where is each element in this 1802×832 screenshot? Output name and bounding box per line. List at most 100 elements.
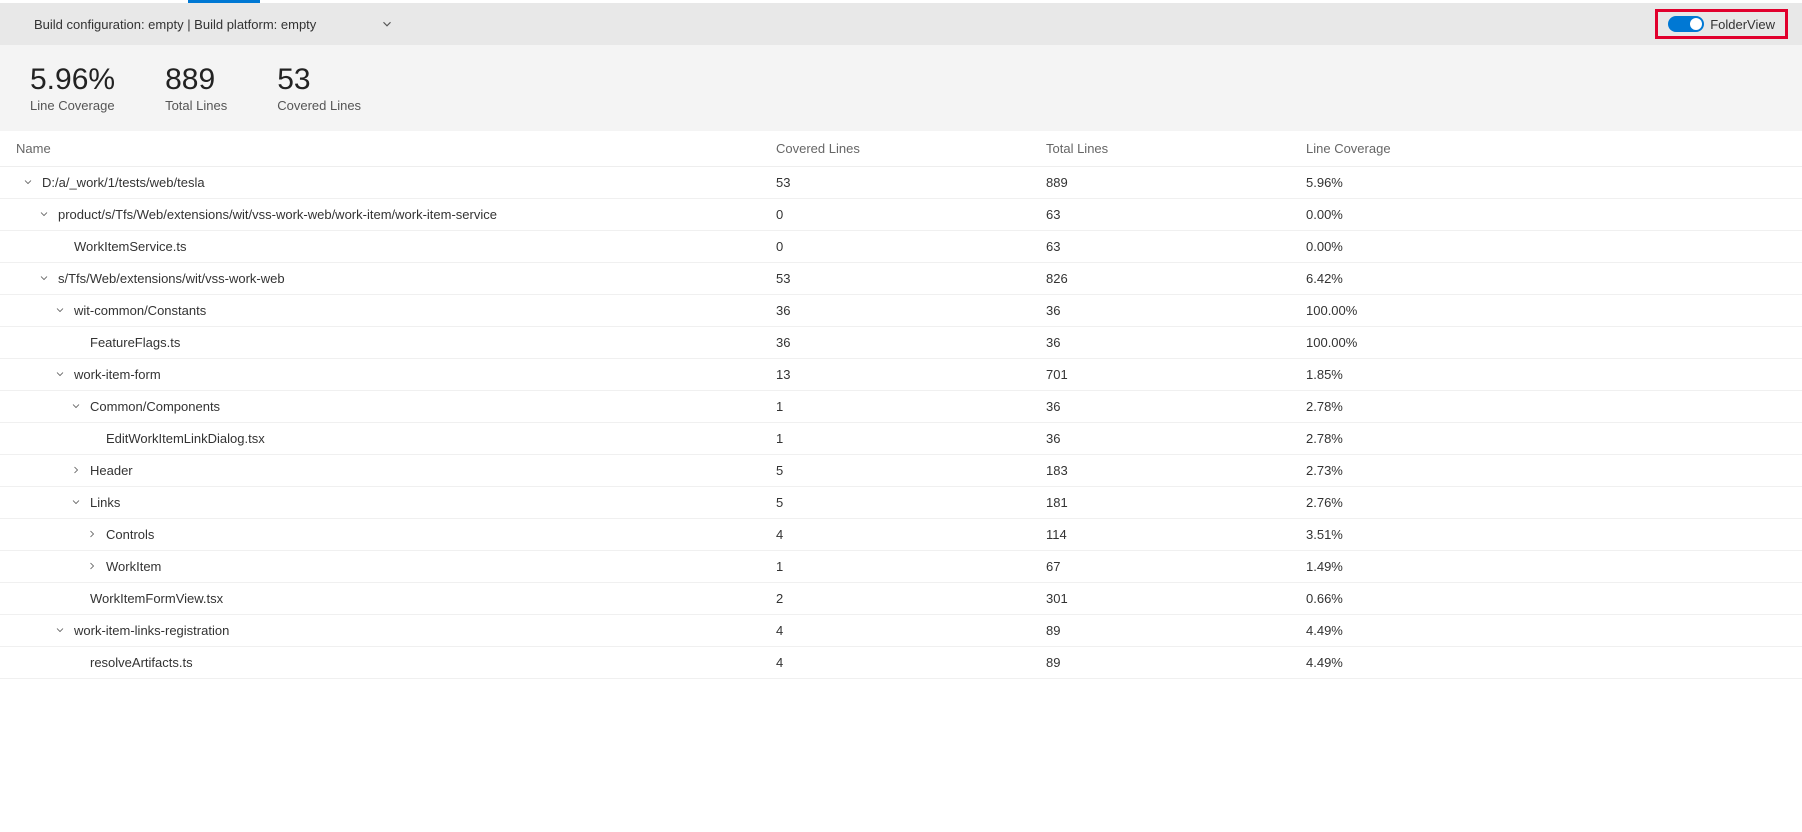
row-name-label: work-item-form [74, 367, 161, 382]
row-name-label: Controls [106, 527, 154, 542]
metric-line-coverage-value: 5.96% [30, 63, 115, 96]
table-row[interactable]: WorkItemFormView.tsx23010.66% [0, 583, 1802, 615]
chevron-down-icon[interactable] [38, 272, 52, 286]
row-covered-lines: 53 [776, 175, 1046, 190]
row-name-label: product/s/Tfs/Web/extensions/wit/vss-wor… [58, 207, 497, 222]
row-line-coverage: 100.00% [1306, 303, 1786, 318]
folder-view-label: FolderView [1710, 17, 1775, 32]
row-total-lines: 89 [1046, 655, 1306, 670]
chevron-down-icon[interactable] [70, 400, 84, 414]
coverage-grid: Name Covered Lines Total Lines Line Cove… [0, 131, 1802, 679]
row-covered-lines: 4 [776, 655, 1046, 670]
table-row[interactable]: EditWorkItemLinkDialog.tsx 1362.78% [0, 423, 1802, 455]
row-line-coverage: 3.51% [1306, 527, 1786, 542]
row-covered-lines: 36 [776, 303, 1046, 318]
row-name-label: s/Tfs/Web/extensions/wit/vss-work-web [58, 271, 285, 286]
metric-covered-lines-label: Covered Lines [277, 98, 361, 113]
table-row[interactable]: WorkItemService.ts0630.00% [0, 231, 1802, 263]
table-row[interactable]: wit-common/Constants3636100.00% [0, 295, 1802, 327]
row-name-label: EditWorkItemLinkDialog.tsx [106, 431, 265, 446]
chevron-down-icon[interactable] [38, 208, 52, 222]
folder-view-toggle[interactable] [1668, 16, 1704, 32]
row-name-label: wit-common/Constants [74, 303, 206, 318]
table-row[interactable]: WorkItem1671.49% [0, 551, 1802, 583]
table-row[interactable]: resolveArtifacts.ts4894.49% [0, 647, 1802, 679]
row-covered-lines: 2 [776, 591, 1046, 606]
table-row[interactable]: work-item-links-registration 4894.49% [0, 615, 1802, 647]
row-line-coverage: 2.78% [1306, 431, 1786, 446]
row-total-lines: 114 [1046, 527, 1306, 542]
expand-placeholder [70, 592, 84, 606]
row-covered-lines: 1 [776, 431, 1046, 446]
chevron-down-icon[interactable] [70, 496, 84, 510]
table-row[interactable]: work-item-form137011.85% [0, 359, 1802, 391]
chevron-right-icon[interactable] [86, 560, 100, 574]
row-total-lines: 67 [1046, 559, 1306, 574]
col-total-lines[interactable]: Total Lines [1046, 141, 1306, 156]
chevron-right-icon[interactable] [70, 464, 84, 478]
row-covered-lines: 5 [776, 495, 1046, 510]
row-covered-lines: 36 [776, 335, 1046, 350]
col-line-coverage[interactable]: Line Coverage [1306, 141, 1786, 156]
row-name-label: WorkItemFormView.tsx [90, 591, 223, 606]
row-line-coverage: 1.85% [1306, 367, 1786, 382]
row-covered-lines: 1 [776, 559, 1046, 574]
row-total-lines: 36 [1046, 335, 1306, 350]
row-name-cell: wit-common/Constants [16, 303, 776, 318]
table-row[interactable]: product/s/Tfs/Web/extensions/wit/vss-wor… [0, 199, 1802, 231]
grid-header-row: Name Covered Lines Total Lines Line Cove… [0, 131, 1802, 167]
row-name-label: WorkItemService.ts [74, 239, 186, 254]
row-line-coverage: 0.66% [1306, 591, 1786, 606]
row-total-lines: 36 [1046, 303, 1306, 318]
row-name-cell: work-item-form [16, 367, 776, 382]
table-row[interactable]: Links51812.76% [0, 487, 1802, 519]
row-total-lines: 826 [1046, 271, 1306, 286]
chevron-down-icon[interactable] [54, 368, 68, 382]
row-name-cell: WorkItemService.ts [16, 239, 776, 254]
folder-view-toggle-container: FolderView [1655, 9, 1788, 39]
row-name-cell: s/Tfs/Web/extensions/wit/vss-work-web [16, 271, 776, 286]
row-total-lines: 183 [1046, 463, 1306, 478]
row-line-coverage: 2.73% [1306, 463, 1786, 478]
row-name-label: work-item-links-registration [74, 623, 229, 638]
row-name-label: Links [90, 495, 120, 510]
row-line-coverage: 2.76% [1306, 495, 1786, 510]
table-row[interactable]: Common/Components1362.78% [0, 391, 1802, 423]
row-covered-lines: 4 [776, 623, 1046, 638]
row-line-coverage: 0.00% [1306, 207, 1786, 222]
row-name-cell: EditWorkItemLinkDialog.tsx [16, 431, 776, 446]
row-total-lines: 701 [1046, 367, 1306, 382]
table-row[interactable]: Header51832.73% [0, 455, 1802, 487]
row-name-label: Header [90, 463, 133, 478]
row-total-lines: 89 [1046, 623, 1306, 638]
col-covered-lines[interactable]: Covered Lines [776, 141, 1046, 156]
row-line-coverage: 100.00% [1306, 335, 1786, 350]
row-name-cell: WorkItem [16, 559, 776, 574]
metric-total-lines-label: Total Lines [165, 98, 227, 113]
table-row[interactable]: D:/a/_work/1/tests/web/tesla538895.96% [0, 167, 1802, 199]
table-row[interactable]: FeatureFlags.ts3636100.00% [0, 327, 1802, 359]
table-row[interactable]: Controls 41143.51% [0, 519, 1802, 551]
col-name[interactable]: Name [16, 141, 776, 156]
row-covered-lines: 1 [776, 399, 1046, 414]
active-tab-indicator [0, 0, 1802, 3]
row-total-lines: 36 [1046, 431, 1306, 446]
row-name-label: WorkItem [106, 559, 161, 574]
table-row[interactable]: s/Tfs/Web/extensions/wit/vss-work-web 538… [0, 263, 1802, 295]
build-config-bar: Build configuration: empty | Build platf… [0, 3, 1802, 45]
expand-placeholder [70, 656, 84, 670]
metric-line-coverage-label: Line Coverage [30, 98, 115, 113]
chevron-down-icon[interactable] [54, 304, 68, 318]
row-name-cell: FeatureFlags.ts [16, 335, 776, 350]
expand-placeholder [86, 432, 100, 446]
metric-total-lines: 889 Total Lines [165, 63, 227, 113]
config-dropdown-chevron-icon[interactable] [380, 17, 394, 31]
chevron-down-icon[interactable] [54, 624, 68, 638]
row-covered-lines: 4 [776, 527, 1046, 542]
chevron-down-icon[interactable] [22, 176, 36, 190]
metric-line-coverage: 5.96% Line Coverage [30, 63, 115, 113]
row-covered-lines: 53 [776, 271, 1046, 286]
chevron-right-icon[interactable] [86, 528, 100, 542]
row-name-cell: Common/Components [16, 399, 776, 414]
row-line-coverage: 4.49% [1306, 623, 1786, 638]
